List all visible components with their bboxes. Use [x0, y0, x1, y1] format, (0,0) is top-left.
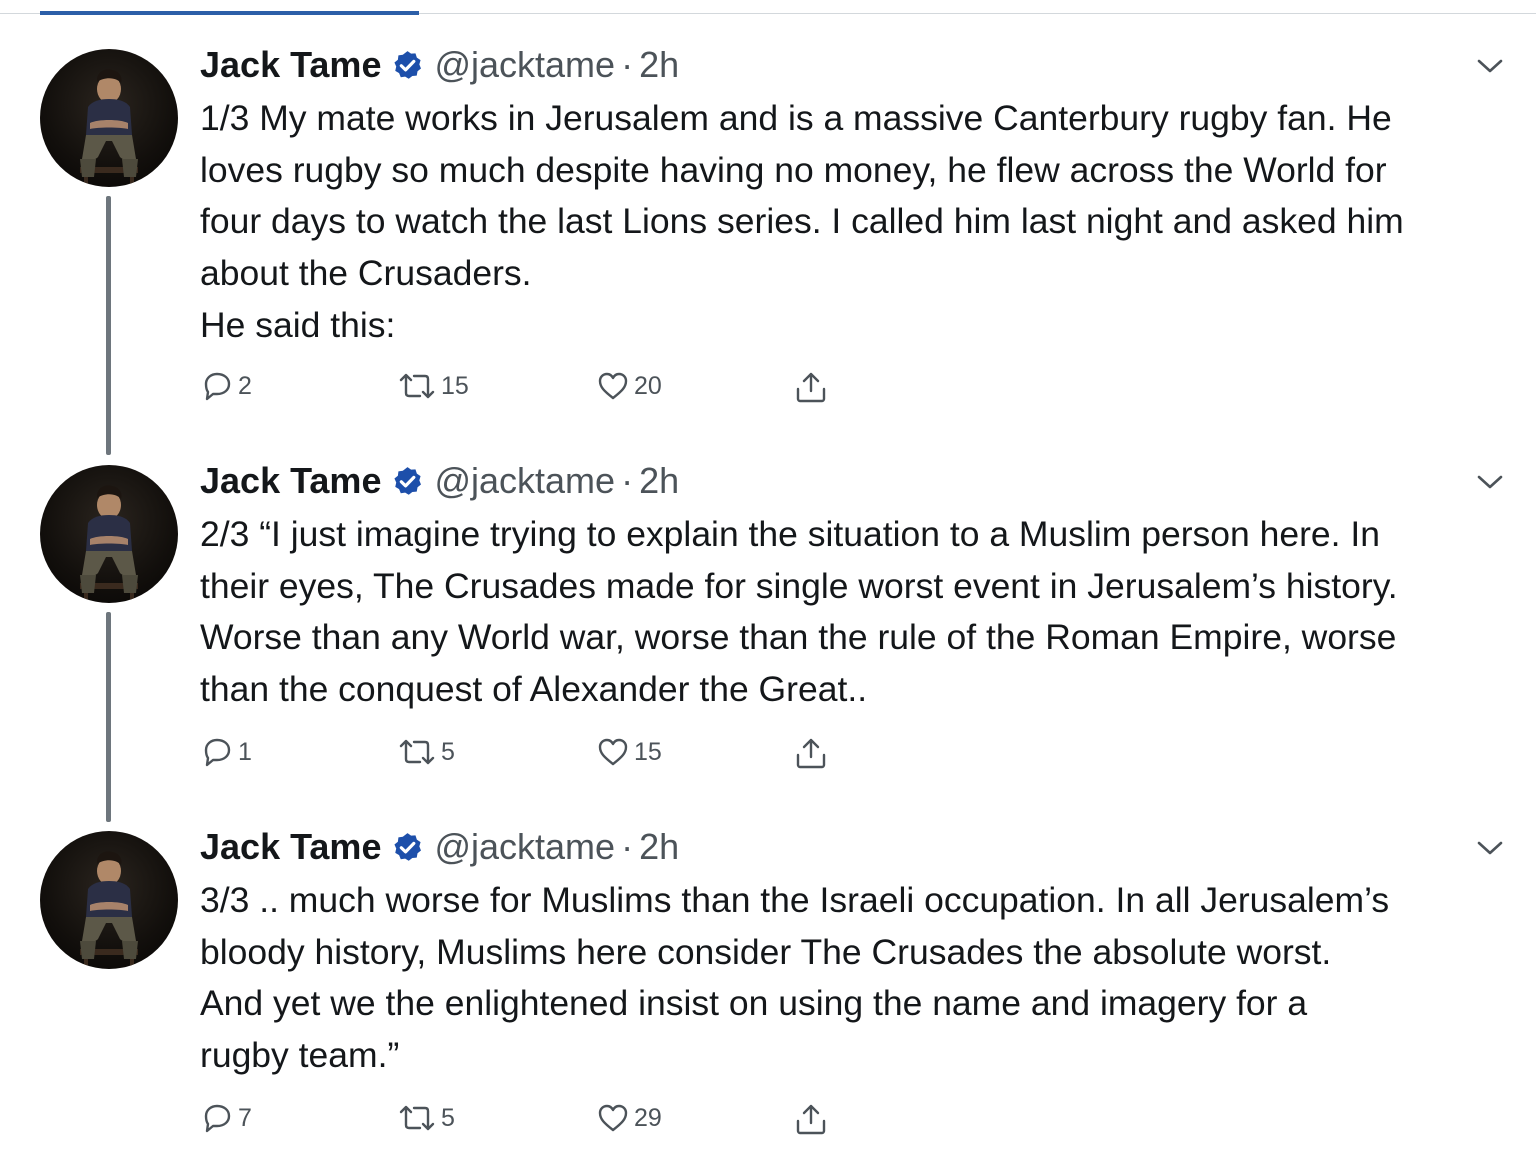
retweet-button[interactable]: 15 [397, 369, 469, 403]
like-button[interactable]: 15 [596, 735, 662, 769]
tweet-actions: 1 5 15 [0, 735, 900, 775]
retweet-button[interactable]: 5 [397, 1101, 455, 1135]
like-count: 29 [634, 1103, 662, 1132]
like-button[interactable]: 29 [596, 1101, 662, 1135]
separator-dot: · [621, 826, 634, 867]
author-handle[interactable]: @jacktame [434, 44, 615, 86]
reply-count: 2 [238, 371, 252, 400]
share-icon [793, 369, 829, 405]
like-button[interactable]: 20 [596, 369, 662, 403]
tweet-text-line: four days to watch the last Lions series… [200, 201, 1404, 242]
tweet-text-line: And yet we the enlightened insist on usi… [200, 983, 1308, 1024]
verified-badge-icon [391, 465, 424, 498]
reply-icon [200, 1101, 234, 1135]
reply-button[interactable]: 2 [200, 369, 252, 403]
tweet-text-line: their eyes, The Crusades made for single… [200, 565, 1398, 606]
tweet-text-line: than the conquest of Alexander the Great… [200, 669, 868, 710]
reply-icon [200, 735, 234, 769]
retweet-count: 15 [441, 371, 469, 400]
tweet-text-line: about the Crusaders. [200, 253, 532, 294]
tweet-text-line: rugby team.” [200, 1035, 400, 1076]
share-button[interactable] [793, 369, 829, 405]
tweet-text-line: He said this: [200, 304, 396, 345]
chevron-down-icon[interactable] [1474, 472, 1506, 492]
chevron-down-icon[interactable] [1474, 56, 1506, 76]
tweet-text: 3/3 .. much worse for Muslims than the I… [200, 875, 1510, 1082]
tweet-text-line: 2/3 “I just imagine trying to explain th… [200, 514, 1380, 554]
tweet[interactable]: Jack Tame @jacktame · 2h 1/3 My mate wor… [0, 0, 1536, 440]
retweet-icon [397, 369, 437, 403]
author-name[interactable]: Jack Tame [200, 44, 381, 86]
tweet-text-line: Worse than any World war, worse than the… [200, 617, 1397, 658]
heart-icon [596, 1101, 630, 1135]
tweet-header: Jack Tame @jacktame · 2h [200, 43, 679, 87]
author-handle[interactable]: @jacktame [434, 826, 615, 868]
tweet-text-line: 3/3 .. much worse for Muslims than the I… [200, 880, 1390, 920]
tweet-actions: 2 15 20 [0, 369, 900, 409]
tweet-header: Jack Tame @jacktame · 2h [200, 459, 679, 503]
share-icon [793, 1101, 829, 1137]
reply-button[interactable]: 1 [200, 735, 252, 769]
retweet-count: 5 [441, 1103, 455, 1132]
tweet-text: 1/3 My mate works in Jerusalem and is a … [200, 93, 1510, 352]
tweet-header: Jack Tame @jacktame · 2h [200, 825, 679, 869]
retweet-button[interactable]: 5 [397, 735, 455, 769]
retweet-icon [397, 735, 437, 769]
author-name[interactable]: Jack Tame [200, 826, 381, 868]
timestamp[interactable]: 2h [639, 44, 679, 86]
tweet-actions: 7 5 29 [0, 1101, 900, 1141]
share-button[interactable] [793, 1101, 829, 1137]
verified-badge-icon [391, 49, 424, 82]
share-button[interactable] [793, 735, 829, 771]
separator-dot: · [621, 460, 634, 501]
retweet-icon [397, 1101, 437, 1135]
reply-button[interactable]: 7 [200, 1101, 252, 1135]
verified-badge-icon [391, 831, 424, 864]
timestamp[interactable]: 2h [639, 460, 679, 502]
reply-count: 1 [238, 737, 252, 766]
tweet-text: 2/3 “I just imagine trying to explain th… [200, 509, 1510, 716]
reply-count: 7 [238, 1103, 252, 1132]
like-count: 15 [634, 737, 662, 766]
avatar[interactable] [40, 49, 178, 187]
heart-icon [596, 369, 630, 403]
tweet-text-line: bloody history, Muslims here consider Th… [200, 931, 1332, 972]
chevron-down-icon[interactable] [1474, 838, 1506, 858]
share-icon [793, 735, 829, 771]
avatar[interactable] [40, 831, 178, 969]
separator-dot: · [621, 44, 634, 85]
avatar[interactable] [40, 465, 178, 603]
retweet-count: 5 [441, 737, 455, 766]
tweet-text-line: loves rugby so much despite having no mo… [200, 149, 1387, 190]
thread-connector-line [106, 612, 111, 822]
like-count: 20 [634, 371, 662, 400]
author-handle[interactable]: @jacktame [434, 460, 615, 502]
author-name[interactable]: Jack Tame [200, 460, 381, 502]
heart-icon [596, 735, 630, 769]
tweet-text-line: 1/3 My mate works in Jerusalem and is a … [200, 98, 1392, 138]
reply-icon [200, 369, 234, 403]
timestamp[interactable]: 2h [639, 826, 679, 868]
